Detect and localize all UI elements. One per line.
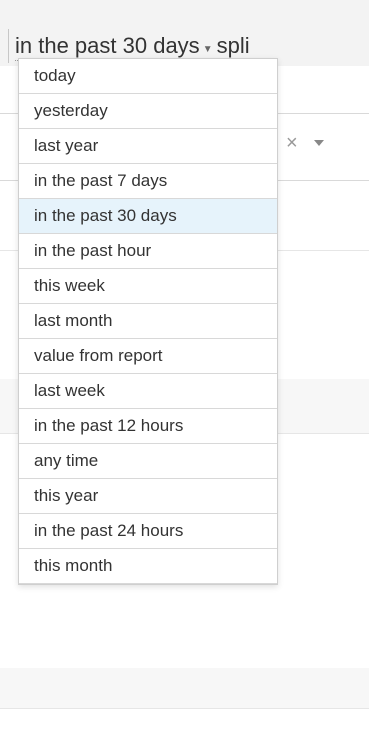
- menu-item[interactable]: any time: [19, 444, 277, 479]
- menu-item[interactable]: this month: [19, 549, 277, 584]
- split-label[interactable]: spli: [217, 33, 250, 59]
- divider: [0, 708, 369, 709]
- date-range-selector[interactable]: in the past 30 days: [15, 32, 200, 61]
- menu-item[interactable]: yesterday: [19, 94, 277, 129]
- date-range-caret-icon[interactable]: ▼: [203, 44, 213, 55]
- menu-item[interactable]: in the past 24 hours: [19, 514, 277, 549]
- table-band: [0, 668, 369, 708]
- menu-item[interactable]: in the past 7 days: [19, 164, 277, 199]
- chevron-down-icon[interactable]: [314, 140, 324, 146]
- menu-item[interactable]: this week: [19, 269, 277, 304]
- menu-item[interactable]: value from report: [19, 339, 277, 374]
- menu-item[interactable]: last week: [19, 374, 277, 409]
- date-range-dropdown-menu: today yesterday last year in the past 7 day…: [18, 58, 278, 585]
- header-separator: [8, 29, 9, 63]
- menu-item[interactable]: in the past 30 days: [19, 199, 277, 234]
- menu-item[interactable]: in the past hour: [19, 234, 277, 269]
- menu-item[interactable]: in the past 12 hours: [19, 409, 277, 444]
- menu-item[interactable]: last year: [19, 129, 277, 164]
- menu-item[interactable]: last month: [19, 304, 277, 339]
- menu-item[interactable]: this year: [19, 479, 277, 514]
- close-icon[interactable]: ×: [286, 132, 298, 155]
- menu-item[interactable]: today: [19, 59, 277, 94]
